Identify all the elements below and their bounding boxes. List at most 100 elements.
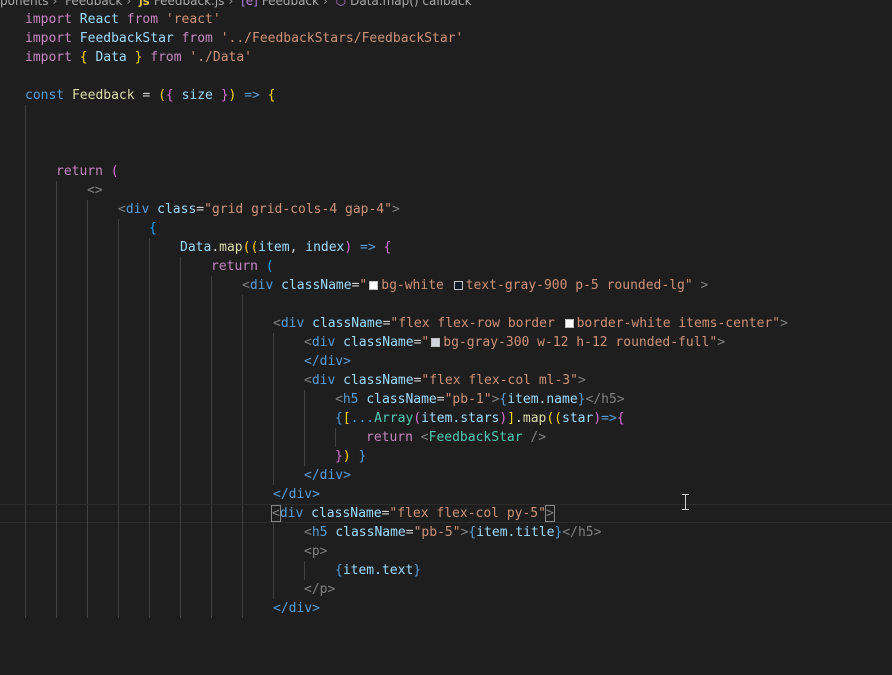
indent-guide [25, 447, 26, 466]
indent-guide [87, 314, 88, 333]
code-text: return ( [56, 162, 119, 181]
code-line: import React from 'react' [0, 10, 892, 29]
indent-guide [25, 371, 26, 390]
code-token: = [436, 392, 445, 407]
code-token: div [311, 335, 336, 350]
code-token: Feedback [71, 88, 135, 103]
indent-guide [242, 580, 243, 599]
indent-guide [242, 466, 243, 485]
indent-guide [149, 580, 150, 599]
code-line: const Feedback = ({ size }) => { [0, 86, 892, 105]
code-editor[interactable]: import React from 'react' import Feedbac… [0, 10, 892, 618]
code-line: <div className=" bg-gray-300 w-12 h-12 ro… [0, 333, 892, 352]
indent-guide [211, 333, 212, 352]
indent-guide [149, 561, 150, 580]
code-line: return <FeedbackStar /> [0, 428, 892, 447]
chevron-right-icon: › [228, 0, 234, 8]
code-token: className [343, 335, 414, 350]
color-swatch-gray-900[interactable] [453, 281, 463, 290]
indent-guide [304, 561, 305, 580]
code-line: import FeedbackStar from '../FeedbackSta… [0, 29, 892, 48]
breadcrumb-item-symbol[interactable]: Feedback [262, 0, 319, 8]
indent-guide [211, 505, 212, 524]
code-token: " [359, 278, 368, 293]
code-token: '../FeedbackStars/FeedbackStar' [220, 31, 464, 46]
code-token: from [150, 50, 182, 65]
code-token: import [25, 31, 72, 46]
indent-guide [273, 466, 274, 485]
indent-guide [87, 485, 88, 504]
indent-guide [180, 580, 181, 599]
code-line: { [0, 219, 892, 238]
indent-guide [25, 162, 26, 181]
indent-guide [149, 599, 150, 618]
indent-guide [273, 409, 274, 428]
code-token: { [165, 88, 174, 103]
code-token: Array [374, 411, 414, 426]
indent-guide [211, 276, 212, 295]
code-token: size [181, 88, 213, 103]
indent-guide [242, 333, 243, 352]
indent-guide [56, 219, 57, 238]
indent-guide [304, 390, 305, 409]
indent-guide [25, 352, 26, 371]
code-token: className [335, 525, 406, 540]
indent-guide [242, 542, 243, 561]
indent-guide [87, 428, 88, 447]
code-text: <p> [304, 542, 327, 561]
indent-guide [87, 447, 88, 466]
code-token: " [684, 278, 693, 293]
symbol-variable-icon: [e] [241, 0, 258, 8]
indent-guide [149, 523, 150, 542]
indent-guide [149, 371, 150, 390]
indent-guide [87, 295, 88, 314]
code-token: ] [507, 411, 516, 426]
indent-guide [149, 542, 150, 561]
indent-guide [118, 409, 119, 428]
code-token: = [196, 202, 205, 217]
indent-guide [118, 428, 119, 447]
code-token: "pb-5" [413, 525, 461, 540]
breadcrumb-item-file[interactable]: Feedback.js [154, 0, 225, 8]
indent-guide [211, 485, 212, 504]
code-line: <h5 className="pb-1">{item.name}</h5> [0, 390, 892, 409]
text-cursor-icon [682, 494, 689, 510]
indent-guide [87, 580, 88, 599]
code-token: [ [342, 411, 351, 426]
symbol-method-icon: ⬡ [335, 0, 347, 8]
code-text: return ( [211, 257, 274, 276]
code-token: < [304, 373, 312, 388]
indent-guide [149, 238, 150, 257]
color-swatch-white[interactable] [369, 281, 379, 290]
color-swatch-gray-300[interactable] [431, 338, 441, 347]
code-token: = [405, 525, 414, 540]
code-token: return [211, 259, 258, 274]
code-token: { [616, 411, 625, 426]
indent-guide [273, 447, 274, 466]
indent-guide [149, 447, 150, 466]
indent-guide [25, 409, 26, 428]
code-token: "flex flex-row border [390, 316, 563, 331]
indent-guide [118, 276, 119, 295]
indent-guide [273, 390, 274, 409]
indent-guide [273, 428, 274, 447]
breadcrumb-item-folder[interactable]: ponents [0, 0, 49, 8]
code-token: className [366, 392, 437, 407]
code-token: item.text [342, 563, 414, 578]
breadcrumb-item-callback[interactable]: Data.map() callback [350, 0, 471, 8]
code-token: "flex flex-col ml-3" [421, 373, 578, 388]
breadcrumb-item-feedback-folder[interactable]: Feedback [65, 0, 122, 8]
cursor-part [682, 509, 689, 510]
indent-guide [118, 447, 119, 466]
code-line: <div class="grid grid-cols-4 gap-4"> [0, 200, 892, 219]
indent-guide [56, 181, 57, 200]
code-token: < [273, 316, 281, 331]
indent-guide [25, 143, 26, 162]
indent-guide [211, 466, 212, 485]
code-token: ( [265, 259, 274, 274]
code-token: div [279, 506, 304, 521]
code-token: Data [180, 240, 212, 255]
color-swatch-white[interactable] [564, 319, 574, 328]
code-text: </div> [273, 599, 320, 618]
code-token: <p> [304, 544, 328, 559]
